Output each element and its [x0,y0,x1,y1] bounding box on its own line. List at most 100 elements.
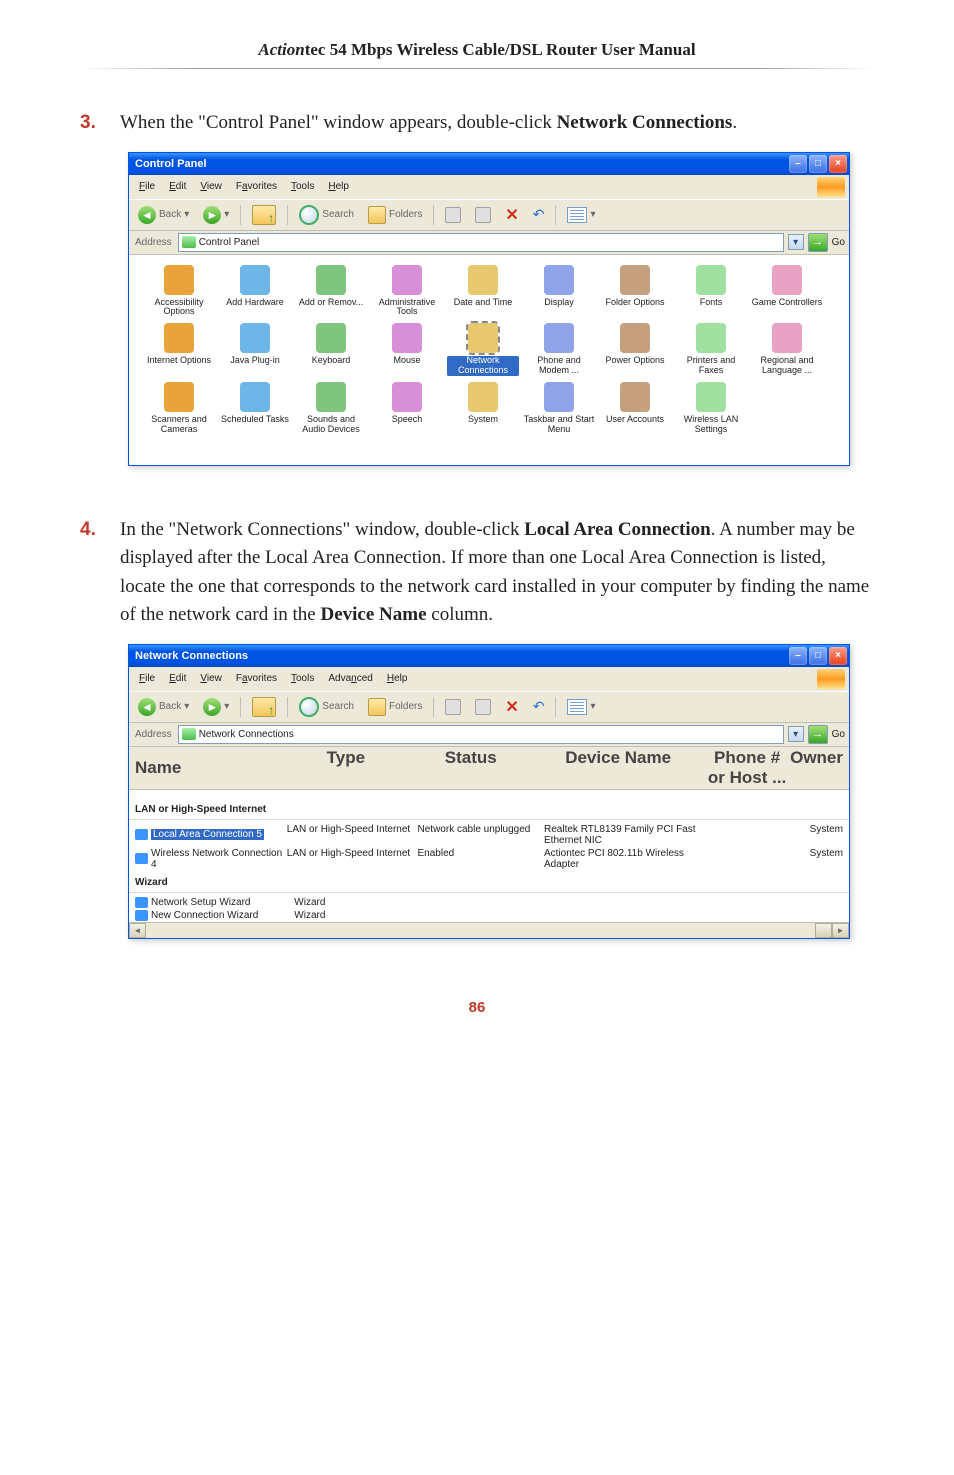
menu-edit[interactable]: Edit [163,179,192,194]
cp-item-java-plug-in[interactable]: Java Plug-in [219,323,291,376]
col-device[interactable]: Device Name [532,748,704,788]
cp-item-network-connections[interactable]: Network Connections [447,323,519,376]
menu-edit[interactable]: Edit [163,671,192,686]
up-button[interactable] [247,203,281,227]
cp-item-wireless-lan-settings[interactable]: Wireless LAN Settings [675,382,747,435]
minimize-button[interactable]: – [789,155,807,173]
cp-item-icon [468,382,498,412]
horizontal-scrollbar[interactable]: ◄ ► [129,922,849,938]
list-item[interactable]: Network Setup WizardWizard [129,896,849,909]
cp-item-internet-options[interactable]: Internet Options [143,323,215,376]
folders-button[interactable]: Folders [363,204,427,226]
cp-item-icon [316,382,346,412]
forward-button[interactable]: ► ▾ [198,696,234,718]
cp-item-system[interactable]: System [447,382,519,435]
forward-button[interactable]: ► ▾ [198,204,234,226]
close-button[interactable]: × [829,647,847,665]
go-button[interactable]: → [808,233,828,252]
address-dropdown-button[interactable]: ▾ [788,234,804,250]
copy-to-button[interactable] [470,205,496,225]
cp-titlebar: Control Panel – □ × [129,153,849,175]
scroll-thumb[interactable] [815,923,832,938]
search-button[interactable]: Search [294,695,359,719]
control-panel-icon [182,236,196,248]
delete-button[interactable]: ✕ [500,203,523,227]
views-button[interactable]: ▾ [562,697,600,717]
connection-name: Local Area Connection 5 [151,829,264,840]
cp-item-add-hardware[interactable]: Add Hardware [219,265,291,318]
address-combo[interactable]: Control Panel [178,233,784,252]
delete-icon: ✕ [505,205,518,225]
undo-button[interactable]: ↶ [528,204,550,225]
menu-favorites[interactable]: Favorites [230,179,283,194]
col-status[interactable]: Status [409,748,532,788]
cp-item-regional-and-language[interactable]: Regional and Language ... [751,323,823,376]
cp-item-icon [544,382,574,412]
scroll-track[interactable] [146,923,815,938]
folders-button[interactable]: Folders [363,696,427,718]
cp-item-printers-and-faxes[interactable]: Printers and Faxes [675,323,747,376]
menu-help[interactable]: Help [381,671,414,686]
cp-item-administrative-tools[interactable]: Administrative Tools [371,265,443,318]
minimize-button[interactable]: – [789,647,807,665]
cp-item-mouse[interactable]: Mouse [371,323,443,376]
delete-button[interactable]: ✕ [500,695,523,719]
cp-item-label: Regional and Language ... [760,355,813,375]
cp-item-taskbar-and-start-menu[interactable]: Taskbar and Start Menu [523,382,595,435]
menu-tools[interactable]: Tools [285,179,320,194]
menu-file[interactable]: File [133,179,161,194]
cp-item-fonts[interactable]: Fonts [675,265,747,318]
menu-tools[interactable]: Tools [285,671,320,686]
cp-item-keyboard[interactable]: Keyboard [295,323,367,376]
search-button[interactable]: Search [294,203,359,227]
cp-item-phone-and-modem[interactable]: Phone and Modem ... [523,323,595,376]
cp-item-icon [620,265,650,295]
cp-item-user-accounts[interactable]: User Accounts [599,382,671,435]
separator [287,697,288,717]
col-type[interactable]: Type [282,748,409,788]
cp-item-scheduled-tasks[interactable]: Scheduled Tasks [219,382,291,435]
menu-view[interactable]: View [194,671,228,686]
address-combo[interactable]: Network Connections [178,725,784,744]
copy-to-button[interactable] [470,697,496,717]
menu-file[interactable]: File [133,671,161,686]
cp-item-power-options[interactable]: Power Options [599,323,671,376]
search-icon [299,697,319,717]
list-item[interactable]: New Connection WizardWizard [129,909,849,922]
back-button[interactable]: ◄Back ▾ [133,696,194,718]
menu-advanced[interactable]: Advanced [322,671,378,686]
menu-help[interactable]: Help [322,179,355,194]
menu-view[interactable]: View [194,179,228,194]
up-button[interactable] [247,695,281,719]
cp-icon-grid: Accessibility OptionsAdd HardwareAdd or … [129,255,849,465]
col-name[interactable]: Name [135,748,282,788]
cp-item-game-controllers[interactable]: Game Controllers [751,265,823,318]
cp-item-display[interactable]: Display [523,265,595,318]
menu-favorites[interactable]: Favorites [230,671,283,686]
cp-item-folder-options[interactable]: Folder Options [599,265,671,318]
address-dropdown-button[interactable]: ▾ [788,726,804,742]
undo-button[interactable]: ↶ [528,696,550,717]
back-button[interactable]: ◄Back ▾ [133,204,194,226]
maximize-button[interactable]: □ [809,155,827,173]
views-button[interactable]: ▾ [562,205,600,225]
close-button[interactable]: × [829,155,847,173]
cp-item-scanners-and-cameras[interactable]: Scanners and Cameras [143,382,215,435]
cell-type: LAN or High-Speed Internet [287,848,418,870]
move-to-button[interactable] [440,697,466,717]
cp-item-icon [620,323,650,353]
maximize-button[interactable]: □ [809,647,827,665]
cp-item-sounds-and-audio-devices[interactable]: Sounds and Audio Devices [295,382,367,435]
cp-item-date-and-time[interactable]: Date and Time [447,265,519,318]
cp-item-accessibility-options[interactable]: Accessibility Options [143,265,215,318]
col-owner[interactable]: Owner [790,748,843,788]
scroll-right-button[interactable]: ► [832,923,849,938]
go-button[interactable]: → [808,725,828,744]
cp-item-add-or-remov[interactable]: Add or Remov... [295,265,367,318]
move-to-button[interactable] [440,205,466,225]
col-phone[interactable]: Phone # or Host ... [704,748,790,788]
scroll-left-button[interactable]: ◄ [129,923,146,938]
list-item[interactable]: Wireless Network Connection 4LAN or High… [129,847,849,871]
cp-item-speech[interactable]: Speech [371,382,443,435]
list-item[interactable]: Local Area Connection 5LAN or High-Speed… [129,823,849,847]
